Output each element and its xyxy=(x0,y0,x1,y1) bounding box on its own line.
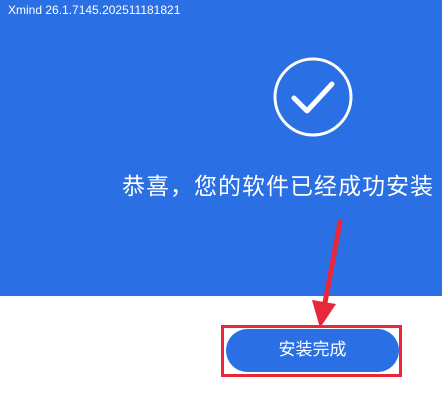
success-message: 恭喜，您的软件已经成功安装 xyxy=(122,174,434,200)
success-banner: Xmind 26.1.7145.202511181821 恭喜，您的软件已经成功… xyxy=(0,0,442,296)
check-circle-icon xyxy=(272,56,354,138)
installer-window: Xmind 26.1.7145.202511181821 恭喜，您的软件已经成功… xyxy=(0,0,442,409)
finish-install-button[interactable]: 安装完成 xyxy=(226,329,399,372)
version-label: Xmind 26.1.7145.202511181821 xyxy=(8,3,181,17)
